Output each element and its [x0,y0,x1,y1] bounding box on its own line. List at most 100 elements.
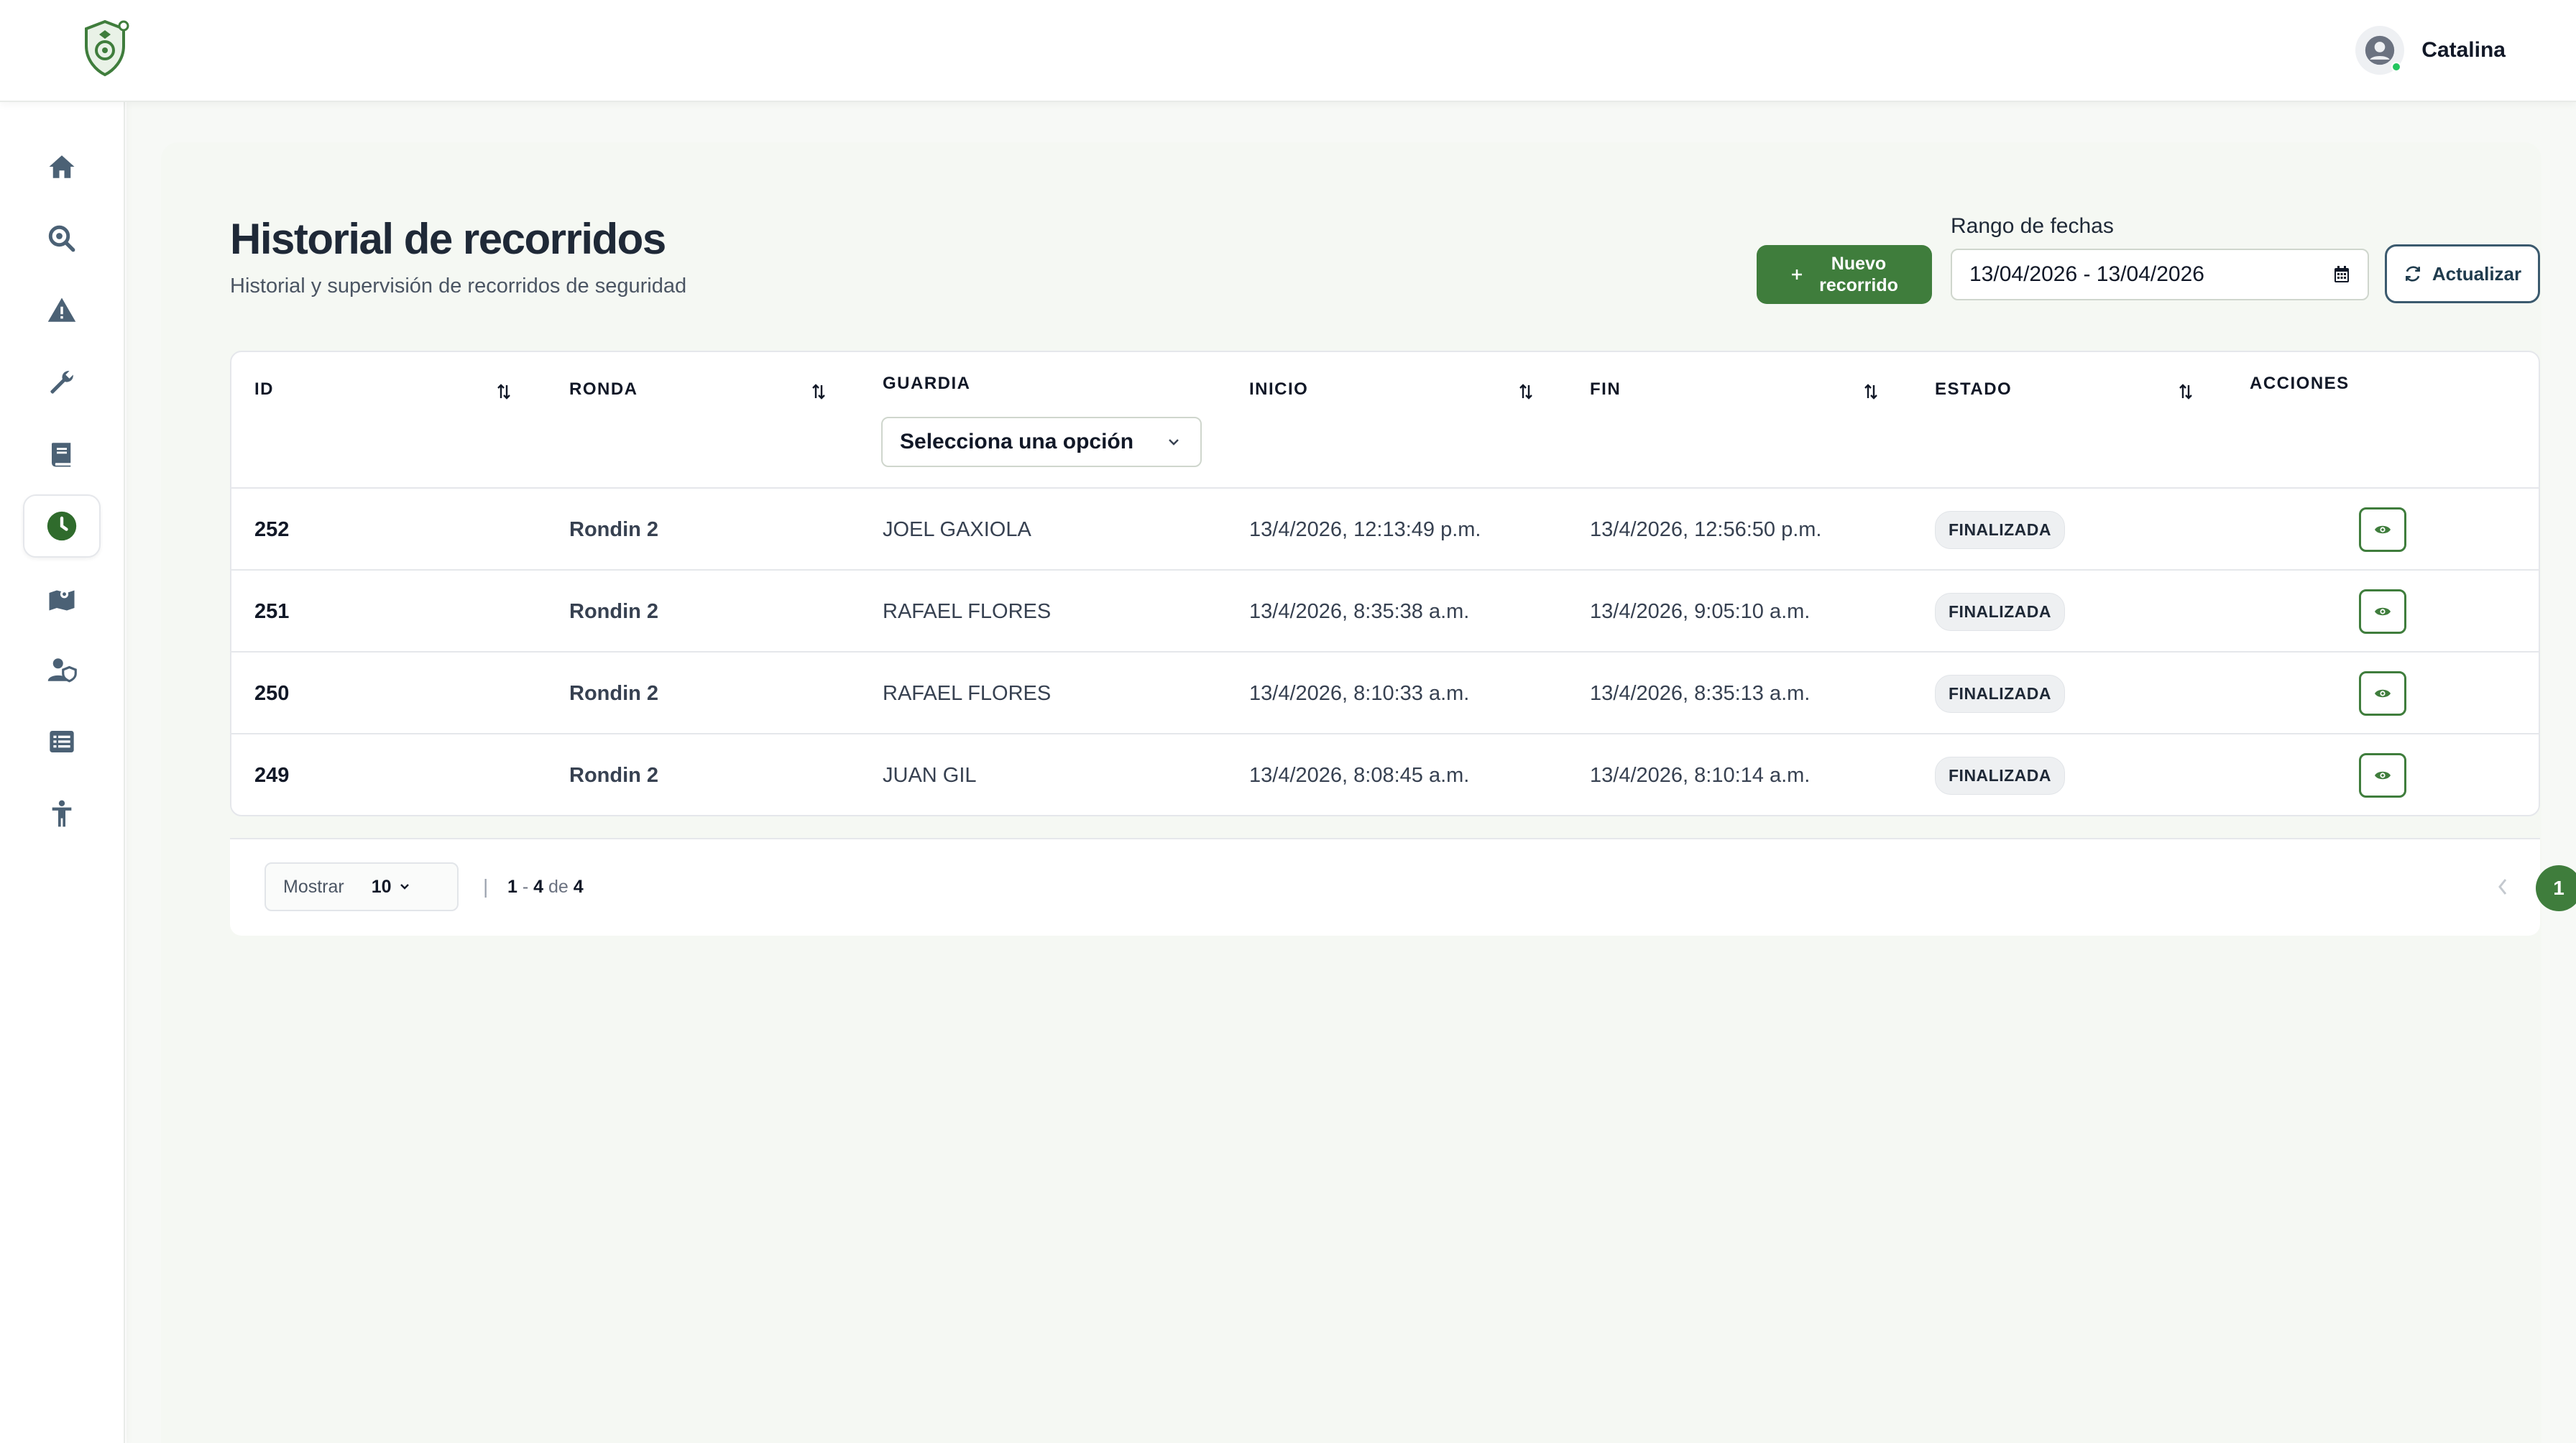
user-circle-icon [2365,35,2395,65]
cell-acciones [2359,489,2406,571]
cell-inicio: 13/4/2026, 12:13:49 p.m. [1249,517,1481,541]
cell-guardia: RAFAEL FLORES [883,681,1052,705]
new-route-button[interactable]: Nuevo recorrido [1757,245,1932,304]
home-icon [49,155,75,178]
content-card: Historial de recorridos Historial y supe… [161,142,2576,1443]
new-route-label: Nuevo recorrido [1819,254,1898,295]
range-total: 4 [573,877,584,897]
refresh-icon [2405,266,2420,282]
status-badge: FINALIZADA [1935,510,2065,549]
sidebar-item-search[interactable] [23,207,101,270]
refresh-label: Actualizar [2432,262,2522,285]
sidebar-item-list[interactable] [23,710,101,773]
date-range-value: 13/04/2026 - 13/04/2026 [1969,262,2204,286]
sort-icon[interactable] [2178,382,2194,401]
sidebar [0,102,125,1443]
view-button[interactable] [2359,671,2406,716]
cell-fin: 13/4/2026, 8:35:13 a.m. [1590,681,1811,705]
chevron-down-icon [400,884,409,890]
column-guardia: GUARDIA [883,374,971,393]
cell-acciones [2359,653,2406,734]
date-range-input[interactable]: 13/04/2026 - 13/04/2026 [1951,249,2369,300]
page-size-value-wrap: 10 [372,877,410,898]
user-name: Catalina [2421,38,2506,62]
sidebar-item-alerts[interactable] [23,279,101,342]
cell-id: 251 [254,599,290,623]
date-range-label: Rango de fechas [1951,214,2114,238]
page-size-value: 10 [371,876,392,897]
sidebar-item-map[interactable] [23,566,101,630]
top-bar: Catalina [0,0,2576,102]
book-icon [52,443,71,467]
sort-icon[interactable] [1863,382,1879,401]
cell-ronda: Rondin 2 [569,599,659,623]
chevron-down-icon [1169,439,1179,446]
main-content: Historial de recorridos Historial y supe… [126,102,2576,1443]
range-dash: - [522,877,529,897]
sort-icon[interactable] [1518,382,1534,401]
cell-ronda: Rondin 2 [569,517,659,541]
pagination-separator: | [483,875,489,898]
column-inicio[interactable]: INICIO [1249,379,1308,400]
cell-id: 249 [254,763,290,787]
cell-acciones [2359,734,2406,815]
sidebar-item-person[interactable] [23,782,101,845]
cell-estado: FINALIZADA [1935,653,2065,734]
cell-fin: 13/4/2026, 8:10:14 a.m. [1590,763,1811,787]
user-menu[interactable]: Catalina [2355,26,2506,75]
range-end: 4 [533,877,544,897]
status-badge: FINALIZADA [1935,756,2065,795]
person-icon [52,800,72,827]
view-button[interactable] [2359,753,2406,798]
table-row: 251 Rondin 2 RAFAEL FLORES 13/4/2026, 8:… [231,571,2539,653]
page-button-current[interactable]: 1 [2536,865,2576,911]
table-header: ID RONDA GUARDIA Selecciona una opción I… [231,352,2539,489]
eye-icon [2375,771,2391,780]
cell-estado: FINALIZADA [1935,489,2065,571]
column-ronda[interactable]: RONDA [569,379,638,400]
column-fin[interactable]: FIN [1590,379,1621,400]
eye-icon [2375,525,2391,534]
chevron-left-icon[interactable] [2496,875,2510,898]
table-row: 252 Rondin 2 JOEL GAXIOLA 13/4/2026, 12:… [231,489,2539,571]
pagination-bar: Mostrar 10 | 1 - 4 de 4 1 [230,838,2576,936]
online-status-dot [2391,62,2402,72]
status-badge: FINALIZADA [1935,592,2065,631]
page-subtitle: Historial y supervisión de recorridos de… [230,275,687,298]
sidebar-item-home[interactable] [23,135,101,198]
cell-guardia: JUAN GIL [883,763,977,787]
sidebar-item-tools[interactable] [23,351,101,414]
eye-icon [2375,689,2391,698]
cell-id: 252 [254,517,290,541]
guard-filter-select[interactable]: Selecciona una opción [881,417,1202,467]
refresh-button[interactable]: Actualizar [2385,244,2540,303]
status-badge: FINALIZADA [1935,674,2065,713]
sidebar-item-logbook[interactable] [23,423,101,486]
sort-icon[interactable] [496,382,512,401]
cell-inicio: 13/4/2026, 8:35:38 a.m. [1249,599,1470,623]
view-button[interactable] [2359,589,2406,634]
shield-logo-icon[interactable] [79,17,131,78]
page-title: Historial de recorridos [230,215,666,263]
column-estado[interactable]: ESTADO [1935,379,2012,400]
sort-icon[interactable] [811,382,827,401]
avatar[interactable] [2355,26,2405,75]
cell-ronda: Rondin 2 [569,763,659,787]
table-row: 249 Rondin 2 JUAN GIL 13/4/2026, 8:08:45… [231,734,2539,815]
cell-ronda: Rondin 2 [569,681,659,705]
eye-icon [2375,607,2391,616]
cell-inicio: 13/4/2026, 8:08:45 a.m. [1249,763,1470,787]
cell-guardia: RAFAEL FLORES [883,599,1052,623]
view-button[interactable] [2359,507,2406,552]
list-icon [50,731,74,752]
sidebar-item-users[interactable] [23,638,101,701]
calendar-icon[interactable] [2333,265,2350,284]
column-id[interactable]: ID [254,379,274,400]
cell-guardia: JOEL GAXIOLA [883,517,1031,541]
page-size-label: Mostrar [283,876,344,897]
sidebar-item-history[interactable] [23,494,101,558]
range-start: 1 [507,877,518,897]
range-of: de [548,877,569,897]
page-size-select[interactable]: Mostrar 10 [264,862,459,911]
column-acciones: ACCIONES [2250,374,2350,393]
